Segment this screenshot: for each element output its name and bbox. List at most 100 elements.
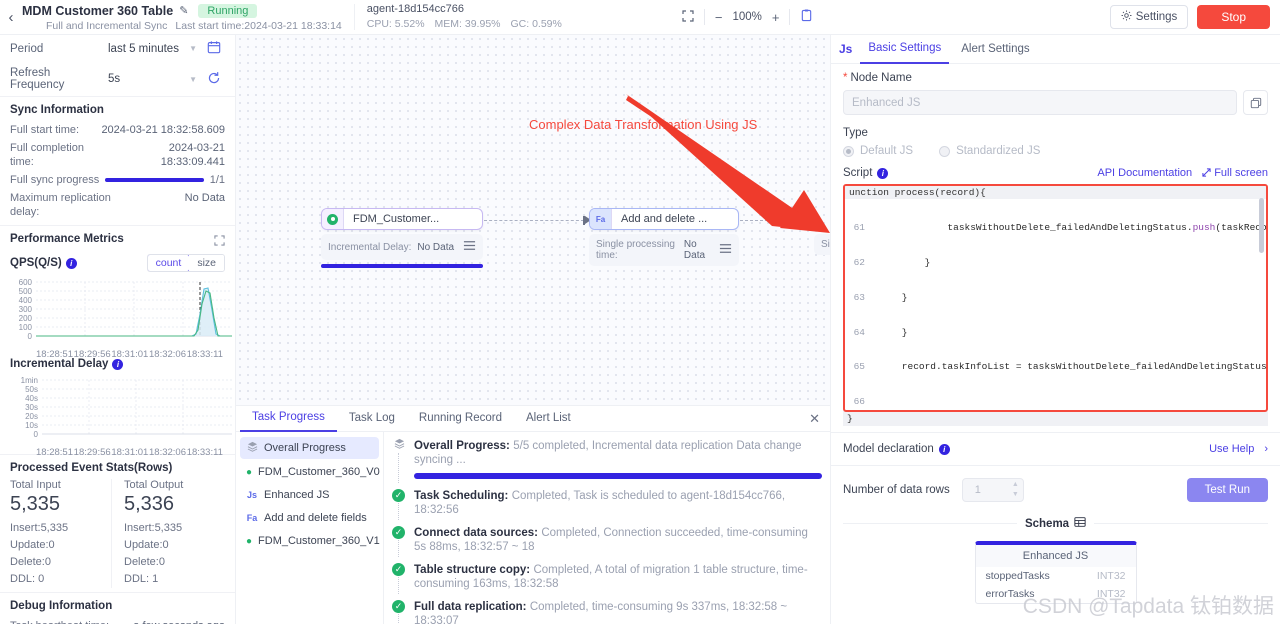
stop-button[interactable]: Stop bbox=[1197, 5, 1270, 29]
refresh-icon[interactable] bbox=[203, 71, 225, 88]
full-sync-progress-bar bbox=[105, 178, 204, 182]
info-icon[interactable]: i bbox=[112, 358, 124, 370]
stage-label: FDM_Customer_360_V0 bbox=[258, 466, 380, 478]
tab-running-record[interactable]: Running Record bbox=[407, 406, 514, 431]
refresh-value: 5s bbox=[108, 73, 121, 85]
tab-alert-settings[interactable]: Alert Settings bbox=[953, 35, 1037, 63]
test-run-button[interactable]: Test Run bbox=[1186, 478, 1268, 502]
input-delete: Delete:0 bbox=[10, 556, 51, 568]
full-completion-time-label: Full completion time: bbox=[10, 142, 84, 168]
data-rows-stepper[interactable]: 1 ▲ ▼ bbox=[961, 478, 1024, 502]
stage-item-overall-progress[interactable]: Overall Progress bbox=[240, 437, 379, 459]
back-button[interactable]: ‹ bbox=[0, 0, 22, 34]
schema-field-name: errorTasks bbox=[985, 588, 1035, 600]
zoom-in-button[interactable]: + bbox=[772, 11, 780, 24]
node-name-input[interactable]: Enhanced JS bbox=[843, 90, 1237, 115]
schema-field-type: INT32 bbox=[1096, 588, 1126, 600]
stage-item-enhanced-js[interactable]: Js Enhanced JS bbox=[240, 485, 379, 505]
api-documentation-link[interactable]: API Documentation bbox=[1097, 167, 1192, 179]
output-update: Update:0 bbox=[124, 539, 169, 551]
tab-alert-list[interactable]: Alert List bbox=[514, 406, 583, 431]
stepper-arrows-icon[interactable]: ▲ ▼ bbox=[1012, 480, 1019, 500]
qps-unit-toggle[interactable]: count size bbox=[146, 254, 225, 272]
node-metric-value: No Data bbox=[683, 239, 706, 261]
leaf-icon: ● bbox=[246, 535, 253, 547]
svg-text:300: 300 bbox=[19, 305, 33, 314]
fit-screen-icon[interactable] bbox=[682, 10, 694, 24]
timeline-title: Full data replication: bbox=[414, 601, 527, 613]
editor-scrollbar[interactable] bbox=[1259, 198, 1264, 253]
stage-list: Overall Progress ● FDM_Customer_360_V0 J… bbox=[236, 432, 384, 624]
info-icon[interactable]: i bbox=[65, 257, 77, 269]
max-replication-delay-row: Maximum replication delay: No Data bbox=[10, 189, 225, 221]
qps-label: QPS(Q/S) bbox=[10, 257, 62, 269]
tab-basic-settings[interactable]: Basic Settings bbox=[860, 35, 950, 64]
calendar-icon[interactable] bbox=[203, 40, 225, 57]
toggle-size[interactable]: size bbox=[189, 255, 224, 271]
timeline-title: Connect data sources: bbox=[414, 527, 538, 539]
sync-info-row: Full start time: 2024-03-21 18:32:58.609 bbox=[10, 121, 225, 139]
radio-icon bbox=[939, 145, 951, 157]
progress-timeline: Overall Progress: 5/5 completed, Increme… bbox=[384, 432, 830, 624]
svg-text:0: 0 bbox=[28, 332, 33, 341]
processed-event-stats-section: Processed Event Stats(Rows) Total Input … bbox=[0, 454, 235, 592]
qps-chart: 600 500 400 300 200 100 0 18:28:51 18:29… bbox=[10, 274, 232, 360]
editor-code[interactable]: 61 tasksWithoutDelete_failedAndDeletingS… bbox=[845, 199, 1266, 410]
total-input-value: 5,335 bbox=[10, 493, 61, 515]
svg-text:50s: 50s bbox=[25, 385, 38, 394]
settings-button[interactable]: Settings bbox=[1109, 5, 1189, 29]
bottom-tab-bar: Task Progress Task Log Running Record Al… bbox=[236, 406, 830, 432]
top-bar: ‹ MDM Customer 360 Table ✎ Running Full … bbox=[0, 0, 1280, 35]
toggle-count[interactable]: count bbox=[147, 255, 191, 271]
qps-chart-title: QPS(Q/S) i bbox=[10, 257, 77, 269]
output-insert: Insert:5,335 bbox=[124, 522, 183, 534]
editor-closing-brace: } bbox=[843, 411, 1268, 426]
schema-card[interactable]: Enhanced JS stoppedTasks INT32 errorTask… bbox=[974, 541, 1137, 604]
edit-square-icon[interactable]: ✎ bbox=[179, 4, 188, 17]
period-filter[interactable]: Period last 5 minutes ▼ bbox=[0, 35, 235, 62]
info-icon[interactable]: i bbox=[938, 443, 950, 455]
stage-item-fdm-customer-360-v0[interactable]: ● FDM_Customer_360_V0 bbox=[240, 462, 380, 482]
type-radio-group[interactable]: Default JS Standardized JS bbox=[843, 145, 1268, 157]
node-metric-label: Single processing time: bbox=[596, 239, 675, 261]
list-icon[interactable] bbox=[719, 242, 732, 258]
database-leaf-icon bbox=[322, 209, 344, 229]
refresh-frequency-filter[interactable]: Refresh Frequency 5s ▼ bbox=[0, 62, 235, 96]
chevron-right-icon[interactable]: › bbox=[1264, 443, 1268, 455]
app-root: ‹ MDM Customer 360 Table ✎ Running Full … bbox=[0, 0, 1280, 624]
stage-item-fdm-customer-360-v1[interactable]: ● FDM_Customer_360_V1 bbox=[240, 531, 380, 551]
clipboard-icon[interactable] bbox=[800, 9, 813, 25]
node-label: FDM_Customer... bbox=[353, 213, 440, 225]
radio-icon bbox=[843, 145, 854, 157]
list-icon[interactable] bbox=[463, 239, 476, 255]
flow-canvas[interactable]: Complex Data Transformation Using JS FDM… bbox=[236, 35, 830, 405]
info-icon[interactable]: i bbox=[877, 167, 889, 179]
copy-icon[interactable] bbox=[1243, 90, 1268, 115]
full-screen-link[interactable]: Full screen bbox=[1202, 167, 1268, 179]
tab-task-progress[interactable]: Task Progress bbox=[240, 405, 337, 432]
tab-task-log[interactable]: Task Log bbox=[337, 406, 407, 431]
flow-node-source[interactable]: FDM_Customer... Incremental Delay: No Da… bbox=[321, 208, 483, 268]
script-editor[interactable]: unction process(record){ 61 tasksWithout… bbox=[843, 184, 1268, 412]
x-tick: 18:29:56 bbox=[73, 349, 111, 360]
overall-progress-bar bbox=[414, 473, 822, 479]
heartbeat-label: Task heartbeat time: bbox=[10, 619, 109, 624]
input-update: Update:0 bbox=[10, 539, 55, 551]
full-screen-label: Full screen bbox=[1214, 167, 1268, 179]
node-card[interactable]: FDM_Customer... bbox=[321, 208, 483, 230]
expand-icon[interactable] bbox=[214, 234, 225, 249]
sync-info-row: Full completion time: 2024-03-21 18:33:0… bbox=[10, 139, 225, 171]
total-output-label: Total Output bbox=[124, 479, 184, 491]
radio-standardized-js[interactable]: Standardized JS bbox=[939, 145, 1040, 157]
radio-default-js[interactable]: Default JS bbox=[843, 145, 913, 157]
test-run-section: Number of data rows 1 ▲ ▼ Test Run Schema bbox=[831, 465, 1280, 604]
stage-item-add-and-delete-fields[interactable]: Fa Add and delete fields bbox=[240, 508, 379, 528]
last-start-time: Last start time:2024-03-21 18:33:14 bbox=[175, 20, 342, 32]
close-icon[interactable]: ✕ bbox=[809, 411, 830, 427]
gc-stat: GC: 0.59% bbox=[510, 18, 562, 30]
incremental-delay-chart: 1min 50s 40s 30s 20s 10s 0 18:28:51 18:2… bbox=[10, 372, 232, 458]
zoom-out-button[interactable]: − bbox=[715, 11, 723, 24]
use-help-link[interactable]: Use Help bbox=[1209, 443, 1254, 455]
table-icon[interactable] bbox=[1074, 516, 1086, 531]
check-icon: ✓ bbox=[392, 563, 405, 576]
